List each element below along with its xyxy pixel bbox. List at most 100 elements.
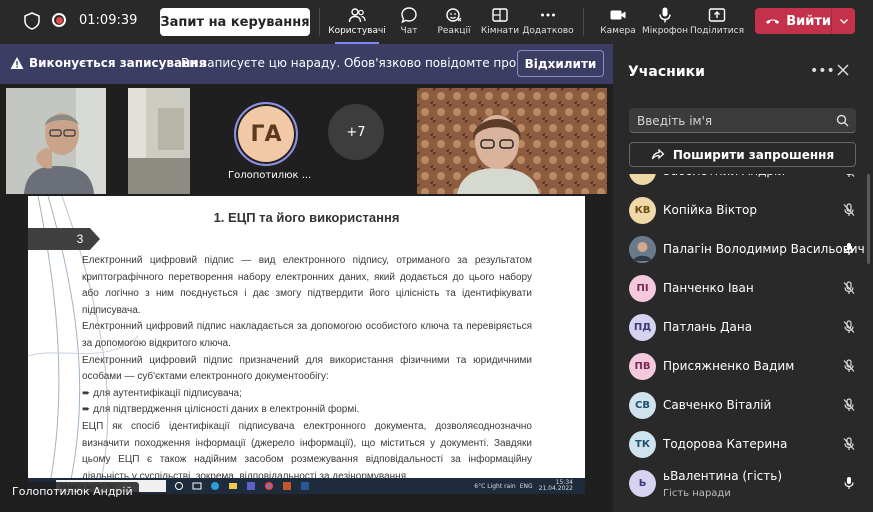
panel-title: Учасники xyxy=(628,64,705,80)
mic-off-icon[interactable] xyxy=(842,437,856,451)
camera-icon xyxy=(610,10,626,20)
toolbar-divider xyxy=(583,8,584,36)
recording-indicator-icon xyxy=(52,13,66,27)
panel-more-options-button[interactable]: ••• xyxy=(810,63,835,79)
participants-panel: Учасники ••• Поширити запрошення Заболот… xyxy=(613,44,873,512)
taskbar-weather: 6°C Light rain xyxy=(474,482,516,490)
leave-button[interactable]: Вийти xyxy=(755,8,855,34)
share-invite-button[interactable]: Поширити запрошення xyxy=(629,142,856,167)
microphone-icon[interactable] xyxy=(842,476,856,490)
microphone-button[interactable]: Мікрофон xyxy=(642,4,689,40)
more-label: Додатково xyxy=(522,26,574,36)
leave-options-button[interactable] xyxy=(831,8,855,34)
windows-start-icon xyxy=(175,482,183,490)
participant-row[interactable]: Палагін Володимир Васильович xyxy=(613,230,873,269)
participant-video-tile[interactable] xyxy=(128,88,190,194)
participant-name: Палагін Володимир Васильович xyxy=(663,242,865,256)
presenter-name-label: Голопотилюк Андрій xyxy=(6,482,139,501)
avatar xyxy=(629,174,656,185)
rooms-label: Кімнати xyxy=(480,26,520,36)
close-icon[interactable] xyxy=(835,62,851,78)
participant-name: Панченко Іван xyxy=(663,281,754,295)
leave-label-area[interactable]: Вийти xyxy=(755,8,831,34)
more-icon xyxy=(541,13,555,17)
file-explorer-icon xyxy=(229,483,237,489)
meeting-timer: 01:09:39 xyxy=(79,13,138,28)
participant-video xyxy=(128,88,190,194)
share-screen-button[interactable]: Поділитися xyxy=(690,4,744,40)
participant-search[interactable] xyxy=(629,108,856,133)
reactions-label: Реакції xyxy=(437,26,471,36)
participant-row[interactable]: КВ Копійка Віктор xyxy=(613,191,873,230)
teams-icon xyxy=(247,482,255,490)
share-icon xyxy=(651,148,665,159)
people-label: Користувачі xyxy=(328,26,386,36)
avatar-photo xyxy=(629,236,656,263)
participant-name: Патлань Дана xyxy=(663,320,753,334)
microphone-icon xyxy=(659,7,671,23)
request-control-button[interactable]: Запит на керування xyxy=(160,8,310,36)
participant-name: Савченко Віталій xyxy=(663,398,772,412)
participants-scrollbar[interactable] xyxy=(867,174,870,264)
share-invite-label: Поширити запрошення xyxy=(672,147,835,162)
reactions-button[interactable]: Реакції xyxy=(436,4,472,40)
camera-button[interactable]: Камера xyxy=(600,4,636,40)
participant-search-input[interactable] xyxy=(637,112,827,129)
shield-icon[interactable] xyxy=(24,12,40,30)
avatar: Ь xyxy=(629,470,656,497)
reactions-icon xyxy=(446,8,462,22)
edge-icon xyxy=(211,482,219,490)
slide-paragraph: ЕЦП як спосіб ідентифікації підписувача … xyxy=(82,420,532,482)
participant-row[interactable]: СВ Савченко Віталій xyxy=(613,386,873,425)
slide-bullet: для аутентифікації підписувача; xyxy=(82,386,532,403)
slide-paragraph: Електронний цифровий підпис накладається… xyxy=(82,321,532,349)
participant-row[interactable]: Заболотний Андрій xyxy=(613,174,873,191)
participant-avatar-tile[interactable]: ГА Голопотилюк ... xyxy=(222,88,312,194)
chat-icon xyxy=(401,7,417,24)
participant-name: Присяжненко Вадим xyxy=(663,359,795,373)
participant-name: Копійка Віктор xyxy=(663,203,758,217)
participant-video-tile[interactable] xyxy=(6,88,106,194)
participant-row[interactable]: ПД Патлань Дана xyxy=(613,308,873,347)
microphone-label: Мікрофон xyxy=(642,26,689,36)
chat-label: Чат xyxy=(400,26,418,36)
leave-label: Вийти xyxy=(786,13,831,29)
mic-off-icon[interactable] xyxy=(842,398,856,412)
hang-up-icon xyxy=(765,19,780,24)
microphone-icon[interactable] xyxy=(842,242,856,256)
camera-label: Камера xyxy=(600,26,636,36)
chat-button[interactable]: Чат xyxy=(394,4,424,40)
rooms-icon xyxy=(492,8,508,22)
participant-row[interactable]: ПВ Присяжненко Вадим xyxy=(613,347,873,386)
slide-paragraph: Електронний цифровий підпис — вид електр… xyxy=(82,255,532,316)
avatar: КВ xyxy=(629,197,656,224)
avatar: ПВ xyxy=(629,353,656,380)
banner-title: Виконується записування xyxy=(29,56,207,70)
participant-row[interactable]: ТК Тодорова Катерина xyxy=(613,425,873,464)
mic-off-icon[interactable] xyxy=(842,203,856,217)
participant-row[interactable]: ПІ Панченко Іван xyxy=(613,269,873,308)
avatar: ТК xyxy=(629,431,656,458)
more-participants-tile[interactable]: +7 xyxy=(326,88,386,194)
slide-number: 3 xyxy=(28,228,100,250)
participant-video xyxy=(417,88,607,194)
mic-off-icon[interactable] xyxy=(842,320,856,334)
participant-video-tile[interactable] xyxy=(417,88,607,194)
recording-banner: Виконується записування Ви записуєте цю … xyxy=(0,44,613,84)
people-icon xyxy=(348,8,366,23)
participant-video xyxy=(6,88,106,194)
mic-off-icon[interactable] xyxy=(842,359,856,373)
more-actions-button[interactable]: Додатково xyxy=(522,4,574,40)
dismiss-button[interactable]: Відхилити xyxy=(517,50,604,77)
slide-paragraph: Електронний цифровий підпис призначений … xyxy=(82,354,532,383)
participant-name: ьВалентина (гість) xyxy=(663,469,783,483)
mic-off-icon[interactable] xyxy=(842,174,856,178)
rooms-button[interactable]: Кімнати xyxy=(480,4,520,40)
slide-body: Електронний цифровий підпис — вид електр… xyxy=(82,253,532,485)
people-button[interactable]: Користувачі xyxy=(328,4,386,44)
mic-off-icon[interactable] xyxy=(842,281,856,295)
search-icon xyxy=(836,114,849,127)
avatar: ГА xyxy=(234,102,298,166)
share-icon xyxy=(708,8,726,22)
participant-row[interactable]: ЬьВалентина (гість) Гість наради xyxy=(613,464,873,503)
